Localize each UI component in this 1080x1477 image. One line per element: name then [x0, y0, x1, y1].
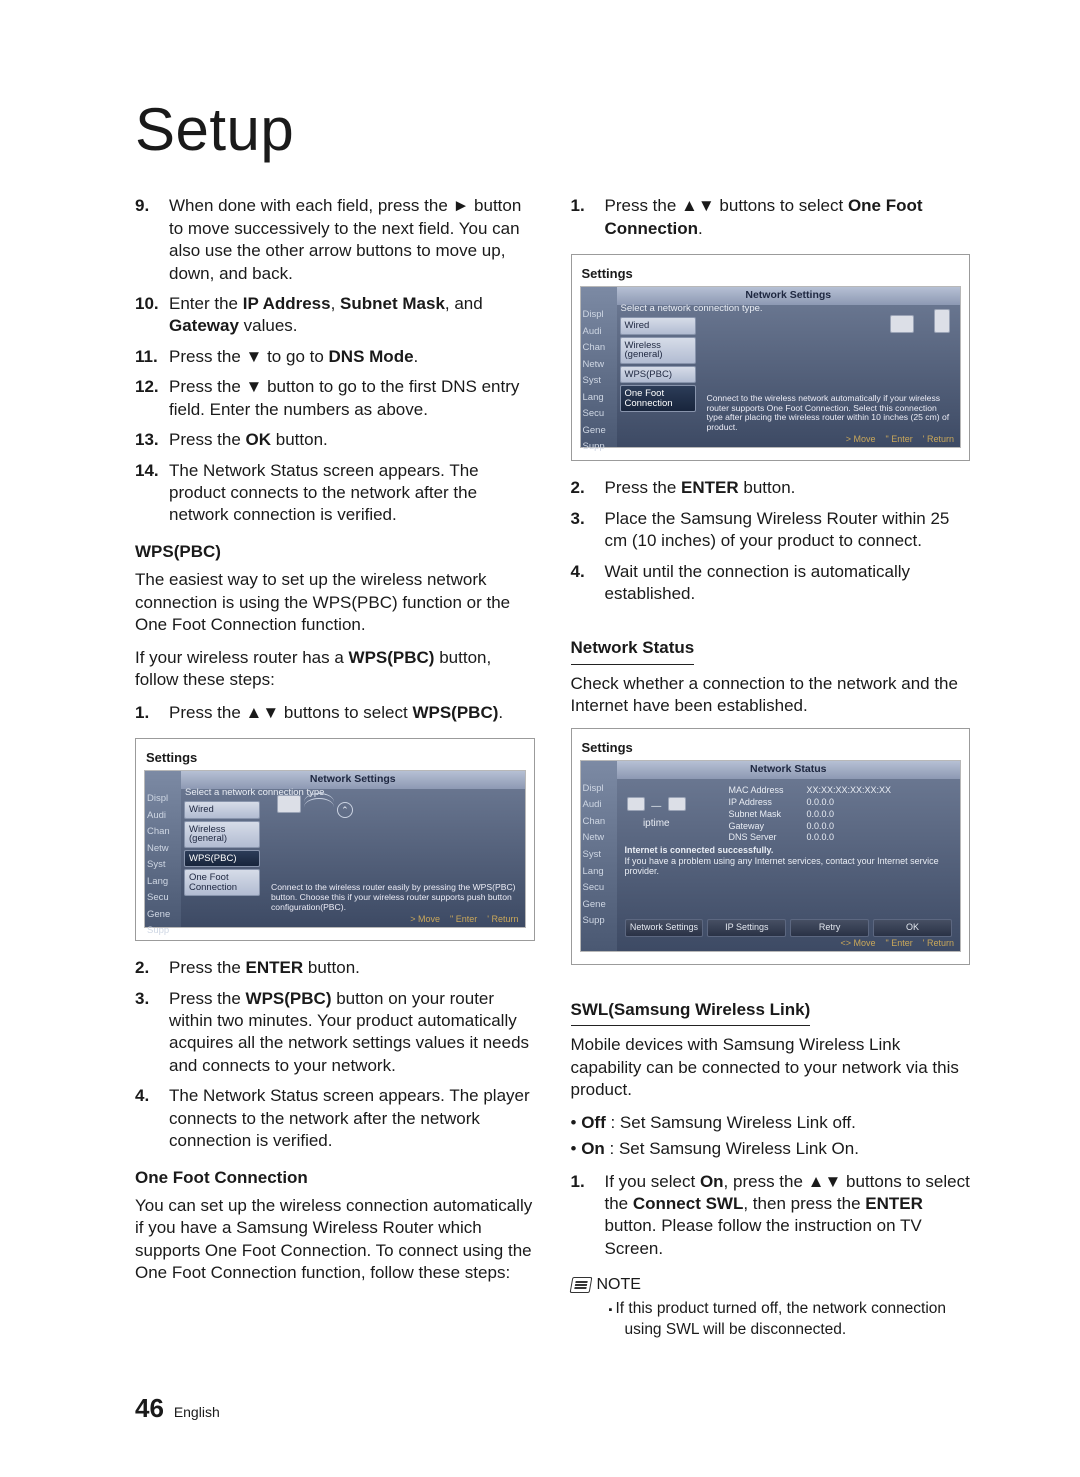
- step-item: 12.Press the ▼ button to go to the first…: [135, 376, 535, 421]
- swl-intro: Mobile devices with Samsung Wireless Lin…: [571, 1034, 971, 1101]
- osd-help: Connect to the wireless router easily by…: [271, 883, 519, 913]
- note-icon: [569, 1277, 592, 1293]
- step-item: 4.Wait until the connection is automatic…: [571, 561, 971, 606]
- heading-swl: SWL(Samsung Wireless Link): [571, 999, 811, 1026]
- heading-one-foot: One Foot Connection: [135, 1167, 535, 1189]
- osd-wps-pbc: Settings DisplAudiChanNetwSystLangSecuGe…: [135, 738, 535, 941]
- osd-menu-item[interactable]: Wired: [184, 801, 260, 819]
- step-item: 13.Press the OK button.: [135, 429, 535, 451]
- osd-button[interactable]: IP Settings: [707, 919, 786, 937]
- step-item: 1.If you select On, press the ▲▼ buttons…: [571, 1171, 971, 1261]
- osd-menu-item[interactable]: Wireless (general): [184, 821, 260, 848]
- one-foot-steps-post: 2.Press the ENTER button. 3.Place the Sam…: [571, 477, 971, 605]
- swl-bullets: Off : Set Samsung Wireless Link off. On :…: [571, 1112, 971, 1161]
- step-item: 9.When done with each field, press the ►…: [135, 195, 535, 285]
- osd-footer: > Move" Enter' Return: [400, 914, 518, 926]
- ap-name: — iptime: [627, 797, 687, 830]
- osd-title: Settings: [572, 737, 970, 760]
- bullet-item: Off : Set Samsung Wireless Link off.: [571, 1112, 971, 1134]
- wps-steps-post: 2.Press the ENTER button. 3.Press the WPS…: [135, 957, 535, 1153]
- osd-sidebar: DisplAudiChanNetwSystLangSecuGeneSupp: [581, 761, 617, 951]
- status-buttons: Network SettingsIP SettingsRetryOK: [625, 919, 953, 937]
- osd-footer: > Move" Enter' Return: [836, 434, 954, 446]
- wps-intro-1: The easiest way to set up the wireless n…: [135, 569, 535, 636]
- note-label: NOTE: [597, 1274, 641, 1295]
- one-foot-intro: You can set up the wireless connection a…: [135, 1195, 535, 1285]
- step-item: 1.Press the ▲▼ buttons to select WPS(PBC…: [135, 702, 535, 724]
- osd-title: Settings: [572, 263, 970, 286]
- osd-one-foot: Settings DisplAudiChanNetwSystLangSecuGe…: [571, 254, 971, 461]
- step-item: 4.The Network Status screen appears. The…: [135, 1085, 535, 1152]
- step-item: 10.Enter the IP Address, Subnet Mask, an…: [135, 293, 535, 338]
- note-item: If this product turned off, the network …: [609, 1299, 971, 1340]
- osd-menu: Wired Wireless (general) WPS(PBC)One Foot …: [181, 799, 263, 915]
- page-language: English: [174, 1404, 220, 1420]
- step-item: 3.Place the Samsung Wireless Router with…: [571, 508, 971, 553]
- notes-list: If this product turned off, the network …: [571, 1299, 971, 1340]
- osd-graphic: [713, 309, 951, 355]
- heading-network-status: Network Status: [571, 637, 695, 664]
- status-message: Internet is connected successfully. If y…: [625, 845, 953, 877]
- osd-menu-item[interactable]: One Foot Connection: [620, 385, 696, 412]
- one-foot-steps-pre: 1.Press the ▲▼ buttons to select One Foo…: [571, 195, 971, 240]
- osd-network-status: Settings DisplAudiChanNetwSystLangSecuGe…: [571, 728, 971, 965]
- step-item: 11.Press the ▼ to go to DNS Mode.: [135, 346, 535, 368]
- step-item: 2.Press the ENTER button.: [571, 477, 971, 499]
- osd-menu: Wired Wireless (general) WPS(PBC)One Foot …: [617, 315, 699, 435]
- bullet-item: On : Set Samsung Wireless Link On.: [571, 1138, 971, 1160]
- osd-menu-item[interactable]: Wireless (general): [620, 337, 696, 364]
- osd-subtitle: Network Status: [617, 761, 961, 779]
- network-status-intro: Check whether a connection to the networ…: [571, 673, 971, 718]
- step-item: 14.The Network Status screen appears. Th…: [135, 460, 535, 527]
- page-title: Setup: [135, 90, 970, 169]
- osd-graphic: ⌃: [277, 793, 515, 839]
- right-column: 1.Press the ▲▼ buttons to select One Foo…: [571, 195, 971, 1340]
- osd-menu-item[interactable]: WPS(PBC): [620, 366, 696, 384]
- page-footer: 46 English: [135, 1391, 220, 1425]
- status-rows: MAC AddressXX:XX:XX:XX:XX:XXIP Address0.…: [729, 785, 892, 844]
- osd-help: Connect to the wireless network automati…: [707, 394, 955, 434]
- osd-button[interactable]: Retry: [790, 919, 869, 937]
- osd-menu-item[interactable]: Wired: [620, 317, 696, 335]
- osd-sidebar: DisplAudiChanNetwSystLangSecuGeneSupp: [581, 287, 617, 447]
- left-column: 9.When done with each field, press the ►…: [135, 195, 535, 1340]
- osd-button[interactable]: OK: [873, 919, 952, 937]
- osd-sidebar: DisplAudiChanNetwSystLangSecuGeneSupp: [145, 771, 181, 927]
- step-item: 2.Press the ENTER button.: [135, 957, 535, 979]
- osd-menu-item[interactable]: WPS(PBC): [184, 850, 260, 868]
- step-item: 1.Press the ▲▼ buttons to select One Foo…: [571, 195, 971, 240]
- swl-steps: 1.If you select On, press the ▲▼ buttons…: [571, 1171, 971, 1261]
- heading-wps-pbc: WPS(PBC): [135, 541, 535, 563]
- wps-steps-pre: 1.Press the ▲▼ buttons to select WPS(PBC…: [135, 702, 535, 724]
- page-number: 46: [135, 1393, 164, 1423]
- osd-menu-item[interactable]: One Foot Connection: [184, 869, 260, 896]
- wps-intro-2: If your wireless router has a WPS(PBC) b…: [135, 647, 535, 692]
- osd-footer: <> Move" Enter' Return: [831, 938, 954, 950]
- step-item: 3.Press the WPS(PBC) button on your rout…: [135, 988, 535, 1078]
- osd-button[interactable]: Network Settings: [625, 919, 704, 937]
- osd-title: Settings: [136, 747, 534, 770]
- steps-ip-setup: 9.When done with each field, press the ►…: [135, 195, 535, 527]
